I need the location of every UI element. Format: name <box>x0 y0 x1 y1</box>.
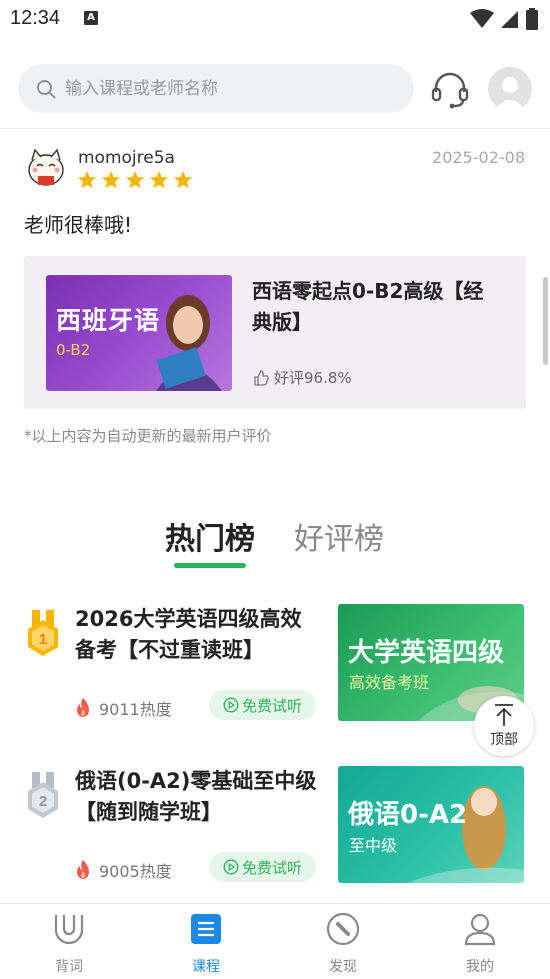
free-trial-label: 免费试听 <box>241 858 302 877</box>
status-time: 12:34 <box>10 7 61 29</box>
star-icon <box>126 171 144 189</box>
arrow-up-icon <box>495 704 513 726</box>
back-to-top-label: 顶部 <box>490 732 518 748</box>
star-icon <box>150 171 168 189</box>
thumb-subtitle: 0-B2 <box>56 341 91 359</box>
heat-row: 9011热度 <box>73 696 172 720</box>
compass-icon <box>326 912 360 946</box>
nav-label: 背词 <box>55 959 83 975</box>
search-bar[interactable] <box>18 64 414 113</box>
silver-medal-icon: 2 <box>28 772 58 818</box>
free-trial-button[interactable]: 免费试听 <box>209 852 316 882</box>
course-list-icon <box>191 914 221 944</box>
nav-item-courses[interactable]: 课程 <box>166 912 246 976</box>
rank-title: 2026大学英语四级高效备考【不过重读班】 <box>75 607 302 662</box>
scrollbar[interactable] <box>543 277 548 365</box>
tab-hot[interactable]: 热门榜 <box>165 514 255 558</box>
nav-item-vocab[interactable]: 背词 <box>29 912 109 976</box>
headset-icon[interactable] <box>430 70 470 110</box>
course-rating-text: 好评96.8% <box>274 369 352 387</box>
nav-item-discover[interactable]: 发现 <box>303 912 383 976</box>
user-avatar-icon <box>494 77 526 111</box>
notification-icon: A <box>84 11 98 25</box>
tab-good[interactable]: 好评榜 <box>294 514 384 558</box>
avatar[interactable] <box>488 67 532 111</box>
heat-row: 9005热度 <box>73 858 172 882</box>
fire-icon <box>77 860 89 879</box>
battery-icon <box>526 8 538 30</box>
course-thumbnail: 西班牙语 0-B2 <box>46 275 232 391</box>
wifi-icon <box>470 9 494 28</box>
course-title: 西语零起点0-B2高级【经典版】 <box>252 279 484 334</box>
nav-label: 发现 <box>329 959 357 975</box>
person-icon <box>464 913 496 946</box>
thumb-subtitle: 高效备考班 <box>349 673 430 692</box>
play-icon <box>223 859 239 875</box>
gold-medal-icon: 1 <box>28 610 58 656</box>
bottom-nav: 背词 课程 发现 我的 <box>0 903 550 979</box>
star-icon <box>174 171 192 189</box>
search-input[interactable] <box>65 78 385 99</box>
thumb-title: 西班牙语 <box>56 306 161 335</box>
free-trial-button[interactable]: 免费试听 <box>209 690 316 720</box>
reviewer-name: momojre5a <box>78 148 175 168</box>
heat-count: 9005热度 <box>99 862 172 881</box>
nav-item-profile[interactable]: 我的 <box>440 912 520 976</box>
course-thumbnail: 俄语0-A2 至中级 <box>338 766 524 883</box>
thumb-title: 俄语0-A2 <box>348 800 468 830</box>
heat-count: 9011热度 <box>99 700 172 719</box>
back-to-top-button[interactable]: 顶部 <box>474 696 534 756</box>
review-text: 老师很棒哦! <box>24 213 133 237</box>
reviewed-course-card[interactable]: 西班牙语 0-B2 西语零起点0-B2高级【经典版】 好评96.8% <box>24 256 526 409</box>
search-icon <box>37 79 56 98</box>
status-bar: 12:34 A <box>0 0 550 38</box>
medal-rank: 1 <box>39 631 47 648</box>
nav-label: 我的 <box>466 959 494 975</box>
fire-icon <box>77 698 89 717</box>
reviewer-avatar <box>28 148 64 186</box>
status-icons <box>470 8 538 30</box>
thumbs-up-icon <box>254 369 269 386</box>
star-icon <box>102 171 120 189</box>
medal-rank: 2 <box>39 793 47 810</box>
thumb-title: 大学英语四级 <box>348 638 505 668</box>
nav-label: 课程 <box>192 959 220 975</box>
star-icon <box>78 171 96 189</box>
thumb-subtitle: 至中级 <box>349 836 398 855</box>
rank-item[interactable]: 2 俄语(0-A2)零基础至中级【随到随学班】 9005热度 免费试听 俄语0-… <box>0 766 550 916</box>
header-divider <box>0 128 550 129</box>
course-rating: 好评96.8% <box>252 367 352 388</box>
free-trial-label: 免费试听 <box>241 696 302 715</box>
rank-title: 俄语(0-A2)零基础至中级【随到随学班】 <box>75 769 317 824</box>
tab-active-indicator <box>174 563 246 568</box>
magnet-icon <box>54 915 84 945</box>
play-icon <box>223 697 239 713</box>
rank-item[interactable]: 1 2026大学英语四级高效备考【不过重读班】 9011热度 免费试听 大学英语… <box>0 604 550 754</box>
auto-update-note: *以上内容为自动更新的最新用户评价 <box>24 427 272 445</box>
rating-stars <box>77 170 193 190</box>
review-date: 2025-02-08 <box>432 148 525 167</box>
signal-icon <box>501 11 518 28</box>
